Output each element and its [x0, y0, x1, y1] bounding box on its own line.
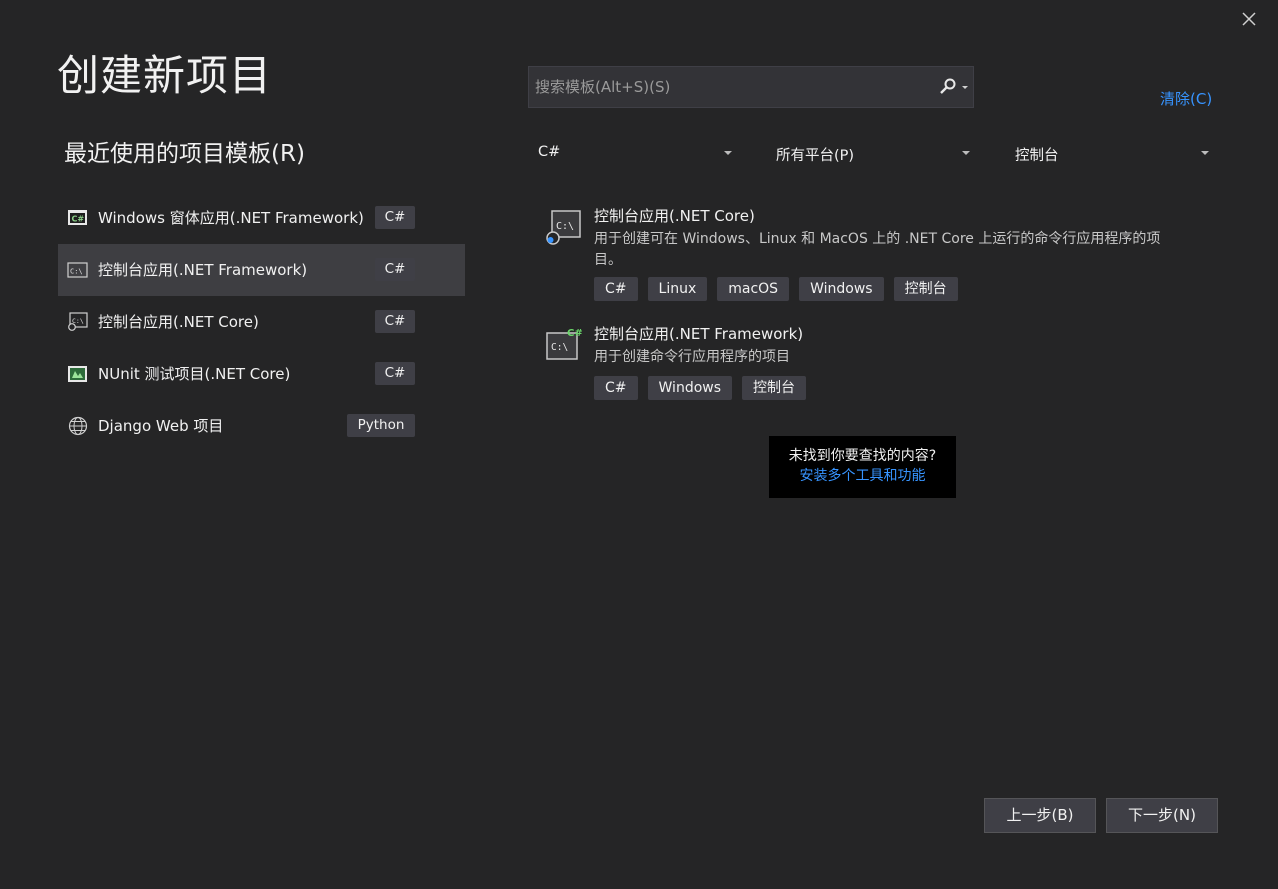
template-tags: C# Linux macOS Windows 控制台 [594, 277, 958, 301]
platform-filter-dropdown[interactable]: 所有平台(P) [766, 140, 970, 166]
console-app-icon: C:\ [67, 260, 89, 280]
svg-text:C:\: C:\ [556, 221, 574, 232]
language-badge: C# [375, 362, 415, 385]
template-tags: C# Windows 控制台 [594, 376, 807, 400]
recent-templates-heading: 最近使用的项目模板(R) [64, 141, 305, 167]
chevron-down-icon [724, 151, 732, 155]
recent-item-console-framework[interactable]: C:\ 控制台应用(.NET Framework) C# [58, 244, 465, 296]
close-icon [1242, 12, 1256, 26]
tag: 控制台 [742, 376, 807, 400]
not-found-panel: 未找到你要查找的内容? 安装多个工具和功能 [769, 436, 956, 498]
search-input[interactable] [529, 67, 941, 107]
template-title: 控制台应用(.NET Core) [594, 207, 755, 225]
tag: Linux [647, 277, 708, 301]
language-filter-dropdown[interactable]: C# [528, 140, 732, 166]
next-button[interactable]: 下一步(N) [1106, 798, 1218, 833]
svg-text:C:\: C:\ [551, 342, 568, 353]
install-tools-link[interactable]: 安装多个工具和功能 [769, 466, 956, 486]
winforms-csharp-icon: C# [67, 208, 89, 228]
svg-text:C:\: C:\ [70, 268, 83, 276]
recent-item-label: Django Web 项目 [98, 417, 224, 435]
project-type-filter-dropdown[interactable]: 控制台 [1005, 140, 1209, 166]
chevron-down-icon [962, 151, 970, 155]
tag: Windows [799, 277, 884, 301]
chevron-down-icon [1201, 151, 1209, 155]
tag: C# [594, 277, 638, 301]
language-badge: C# [375, 310, 415, 333]
search-icon [940, 78, 968, 94]
search-box [528, 66, 974, 108]
language-badge: C# [375, 206, 415, 229]
clear-filters-link[interactable]: 清除(C) [1160, 88, 1212, 109]
back-button[interactable]: 上一步(B) [984, 798, 1096, 833]
recent-item-label: 控制台应用(.NET Framework) [98, 261, 308, 279]
recent-item-label: Windows 窗体应用(.NET Framework) [98, 209, 364, 227]
recent-item-console-core[interactable]: C:\ 控制台应用(.NET Core) C# [58, 296, 465, 348]
template-item-console-framework[interactable]: C:\ C# 控制台应用(.NET Framework) 用于创建命令行应用程序… [540, 323, 1180, 403]
globe-icon [67, 416, 89, 436]
tag: C# [594, 376, 638, 400]
tag: 控制台 [893, 277, 958, 301]
tag: macOS [717, 277, 790, 301]
svg-text:C#: C# [567, 328, 582, 339]
console-core-icon: C:\ [67, 312, 89, 332]
language-filter-value: C# [538, 144, 561, 160]
template-item-console-core[interactable]: C:\ 控制台应用(.NET Core) 用于创建可在 Windows、Linu… [540, 205, 1180, 305]
recent-item-winforms[interactable]: C# Windows 窗体应用(.NET Framework) C# [58, 192, 465, 244]
close-button[interactable] [1236, 6, 1262, 32]
console-csharp-icon: C:\ C# [544, 327, 583, 365]
template-title: 控制台应用(.NET Framework) [594, 325, 804, 343]
page-title: 创建新项目 [57, 51, 273, 100]
search-options-button[interactable] [937, 77, 973, 97]
console-core-icon: C:\ [544, 209, 582, 247]
project-type-filter-value: 控制台 [1015, 148, 1059, 164]
tag: Windows [647, 376, 733, 400]
platform-filter-value: 所有平台(P) [776, 148, 855, 164]
template-description: 用于创建可在 Windows、Linux 和 MacOS 上的 .NET Cor… [594, 231, 1161, 268]
recent-item-label: 控制台应用(.NET Core) [98, 313, 259, 331]
template-description: 用于创建命令行应用程序的项目 [594, 349, 790, 365]
not-found-question: 未找到你要查找的内容? [788, 448, 937, 464]
recent-item-django[interactable]: Django Web 项目 Python [58, 400, 465, 452]
recent-item-nunit[interactable]: NUnit 测试项目(.NET Core) C# [58, 348, 465, 400]
nunit-test-icon [67, 364, 89, 384]
svg-text:C#: C# [72, 215, 85, 224]
language-badge: Python [347, 414, 415, 437]
recent-item-label: NUnit 测试项目(.NET Core) [98, 365, 291, 383]
language-badge: C# [375, 258, 415, 281]
